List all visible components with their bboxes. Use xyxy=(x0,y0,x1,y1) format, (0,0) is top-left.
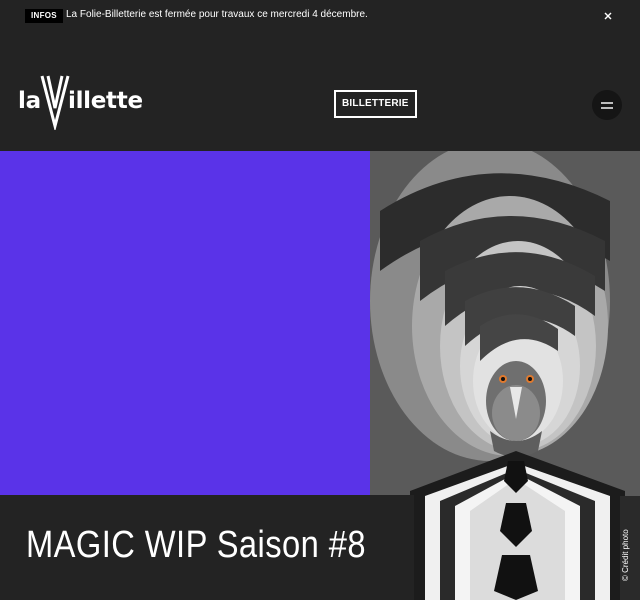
billetterie-button[interactable]: BILLETTERIE xyxy=(334,90,417,118)
hero-title-box: MAGIC WIP Saison #8 xyxy=(0,495,414,600)
close-icon[interactable] xyxy=(600,8,616,24)
info-badge: INFOS xyxy=(25,9,63,23)
page-title: MAGIC WIP Saison #8 xyxy=(26,524,366,566)
la-villette-logo[interactable]: la illette xyxy=(18,74,148,130)
site-header: la illette BILLETTERIE xyxy=(0,32,640,151)
hamburger-menu-icon[interactable] xyxy=(592,90,622,120)
photo-credit[interactable]: © Crédit photo xyxy=(621,529,630,581)
logo-text-illette: illette xyxy=(68,88,143,114)
logo-text-la: la xyxy=(18,88,41,114)
logo-v-mark xyxy=(40,75,70,130)
hero-section: © Crédit photo MAGIC WIP Saison #8 xyxy=(0,151,640,600)
info-banner: INFOS La Folie-Billetterie est fermée po… xyxy=(0,0,640,32)
info-message: La Folie-Billetterie est fermée pour tra… xyxy=(66,9,368,20)
